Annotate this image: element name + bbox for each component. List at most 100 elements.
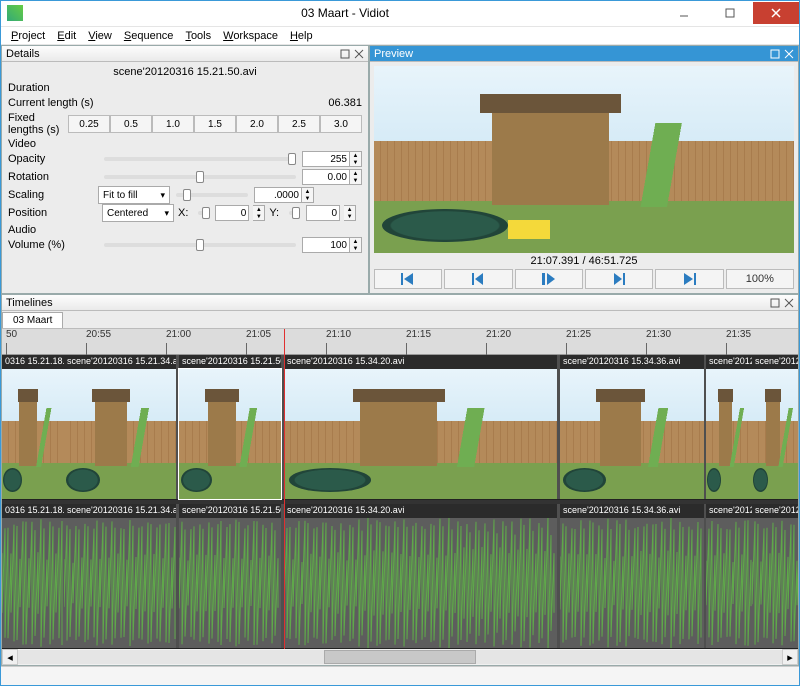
- clip-label: 0316 15.21.18.avi: [2, 504, 64, 518]
- menu-help[interactable]: Help: [284, 28, 319, 44]
- audio-clip[interactable]: scene'20120316 15.34.20.avi: [284, 504, 557, 648]
- volume-spinner[interactable]: ▲▼: [350, 237, 362, 253]
- volume-slider[interactable]: [104, 243, 296, 247]
- timelines-panel-title: Timelines: [6, 297, 53, 309]
- opacity-input[interactable]: 255: [302, 151, 350, 167]
- audio-clip[interactable]: scene'20120316 1: [706, 504, 752, 648]
- rotation-slider[interactable]: [104, 175, 296, 179]
- scaling-slider[interactable]: [176, 193, 248, 197]
- rotation-input[interactable]: 0.00: [302, 169, 350, 185]
- clip-label: scene'20120316 15.34.36.avi: [560, 355, 704, 369]
- fixed-length-btn[interactable]: 2.5: [278, 115, 320, 133]
- fixed-length-btn[interactable]: 3.0: [320, 115, 362, 133]
- audio-track[interactable]: 0316 15.21.18.aviscene'20120316 15.21.34…: [2, 504, 798, 649]
- pos-y-slider[interactable]: [289, 211, 296, 215]
- video-clip[interactable]: scene'20120316 15.34.20.avi: [284, 355, 557, 499]
- menu-edit[interactable]: Edit: [51, 28, 82, 44]
- pos-x-label: X:: [178, 207, 188, 219]
- panel-close-icon[interactable]: [354, 49, 364, 59]
- menu-workspace[interactable]: Workspace: [217, 28, 284, 44]
- video-clip[interactable]: scene'201203: [752, 355, 798, 499]
- preview-timecode: 21:07.391 / 46:51.725: [374, 255, 794, 267]
- pin-icon[interactable]: [770, 49, 780, 59]
- video-clip[interactable]: scene'20120316 15.21.34.avi: [64, 355, 176, 499]
- panel-close-icon[interactable]: [784, 49, 794, 59]
- audio-clip[interactable]: scene'20120316 15.21.34.avi: [64, 504, 176, 648]
- rotation-label: Rotation: [8, 171, 98, 183]
- clip-label: scene'20120316 15.21.50.avi: [179, 355, 281, 369]
- audio-clip[interactable]: scene'20120316 15.34.36.avi: [560, 504, 704, 648]
- minimize-button[interactable]: [661, 2, 707, 24]
- audio-clip[interactable]: scene'20120316 15.21.50.avi: [179, 504, 281, 648]
- video-section: Video: [8, 138, 362, 150]
- menu-bar: Project Edit View Sequence Tools Workspa…: [1, 27, 799, 46]
- scaling-mode-combo[interactable]: Fit to fill: [98, 186, 170, 204]
- scaling-input[interactable]: .0000: [254, 187, 302, 203]
- goto-start-button[interactable]: [374, 269, 442, 289]
- clip-label: 0316 15.21.18.avi: [2, 355, 64, 369]
- pin-icon[interactable]: [340, 49, 350, 59]
- playhead[interactable]: [284, 329, 285, 649]
- step-back-button[interactable]: [444, 269, 512, 289]
- pos-y-spinner[interactable]: ▲▼: [344, 205, 356, 221]
- fixed-lengths-label: Fixed lengths (s): [8, 112, 66, 136]
- scroll-thumb[interactable]: [324, 650, 477, 664]
- video-clip[interactable]: scene'20120316 15.34.36.avi: [560, 355, 704, 499]
- menu-project[interactable]: Project: [5, 28, 51, 44]
- ruler-tick: 50: [6, 329, 17, 340]
- current-length-label: Current length (s): [8, 97, 98, 109]
- fixed-length-btn[interactable]: 2.0: [236, 115, 278, 133]
- step-forward-button[interactable]: [585, 269, 653, 289]
- scaling-label: Scaling: [8, 189, 98, 201]
- clip-label: scene'20120316 15.21.50.avi: [179, 504, 281, 518]
- video-clip[interactable]: scene'20120316 1: [706, 355, 752, 499]
- opacity-spinner[interactable]: ▲▼: [350, 151, 362, 167]
- ruler-tick: 21:35: [726, 329, 751, 340]
- goto-end-button[interactable]: [655, 269, 723, 289]
- rotation-spinner[interactable]: ▲▼: [350, 169, 362, 185]
- audio-section: Audio: [8, 224, 362, 236]
- details-panel: Details scene'20120316 15.21.50.avi Dura…: [1, 45, 369, 294]
- title-bar: 03 Maart - Vidiot: [1, 1, 799, 27]
- menu-sequence[interactable]: Sequence: [118, 28, 180, 44]
- close-button[interactable]: [753, 2, 799, 24]
- volume-input[interactable]: 100: [302, 237, 350, 253]
- opacity-slider[interactable]: [104, 157, 296, 161]
- fixed-length-btn[interactable]: 0.25: [68, 115, 110, 133]
- audio-clip[interactable]: scene'201203: [752, 504, 798, 648]
- pin-icon[interactable]: [770, 298, 780, 308]
- panel-close-icon[interactable]: [784, 298, 794, 308]
- pos-y-input[interactable]: 0: [306, 205, 340, 221]
- scaling-spinner[interactable]: ▲▼: [302, 187, 314, 203]
- horizontal-scrollbar[interactable]: ◂ ▸: [2, 649, 798, 665]
- video-track[interactable]: 0316 15.21.18.aviscene'20120316 15.21.34…: [2, 355, 798, 500]
- fixed-length-btn[interactable]: 1.0: [152, 115, 194, 133]
- ruler-tick: 20:55: [86, 329, 111, 340]
- scroll-right-icon[interactable]: ▸: [782, 649, 798, 665]
- timelines-panel: Timelines 03 Maart 5020:5521:0021:0521:1…: [1, 294, 799, 666]
- clip-label: scene'201203: [752, 504, 798, 518]
- audio-clip[interactable]: 0316 15.21.18.avi: [2, 504, 64, 648]
- pos-x-slider[interactable]: [198, 211, 205, 215]
- timeline-tab[interactable]: 03 Maart: [2, 312, 63, 328]
- pos-x-spinner[interactable]: ▲▼: [253, 205, 265, 221]
- clip-label: scene'20120316 15.34.20.avi: [284, 355, 557, 369]
- video-clip[interactable]: 0316 15.21.18.avi: [2, 355, 64, 499]
- menu-view[interactable]: View: [82, 28, 118, 44]
- position-mode-combo[interactable]: Centered: [102, 204, 174, 222]
- timeline-body[interactable]: 5020:5521:0021:0521:1021:1521:2021:2521:…: [2, 329, 798, 649]
- preview-panel: Preview 21:07.391 / 46:51.725 100%: [369, 45, 799, 294]
- timeline-ruler[interactable]: 5020:5521:0021:0521:1021:1521:2021:2521:…: [2, 329, 798, 355]
- ruler-tick: 21:20: [486, 329, 511, 340]
- menu-tools[interactable]: Tools: [179, 28, 217, 44]
- play-pause-button[interactable]: [515, 269, 583, 289]
- zoom-level[interactable]: 100%: [726, 269, 794, 289]
- ruler-tick: 21:10: [326, 329, 351, 340]
- fixed-length-btn[interactable]: 0.5: [110, 115, 152, 133]
- fixed-length-btn[interactable]: 1.5: [194, 115, 236, 133]
- pos-x-input[interactable]: 0: [215, 205, 249, 221]
- pos-y-label: Y:: [269, 207, 279, 219]
- scroll-left-icon[interactable]: ◂: [2, 649, 18, 665]
- video-clip[interactable]: scene'20120316 15.21.50.avi: [179, 355, 281, 499]
- maximize-button[interactable]: [707, 2, 753, 24]
